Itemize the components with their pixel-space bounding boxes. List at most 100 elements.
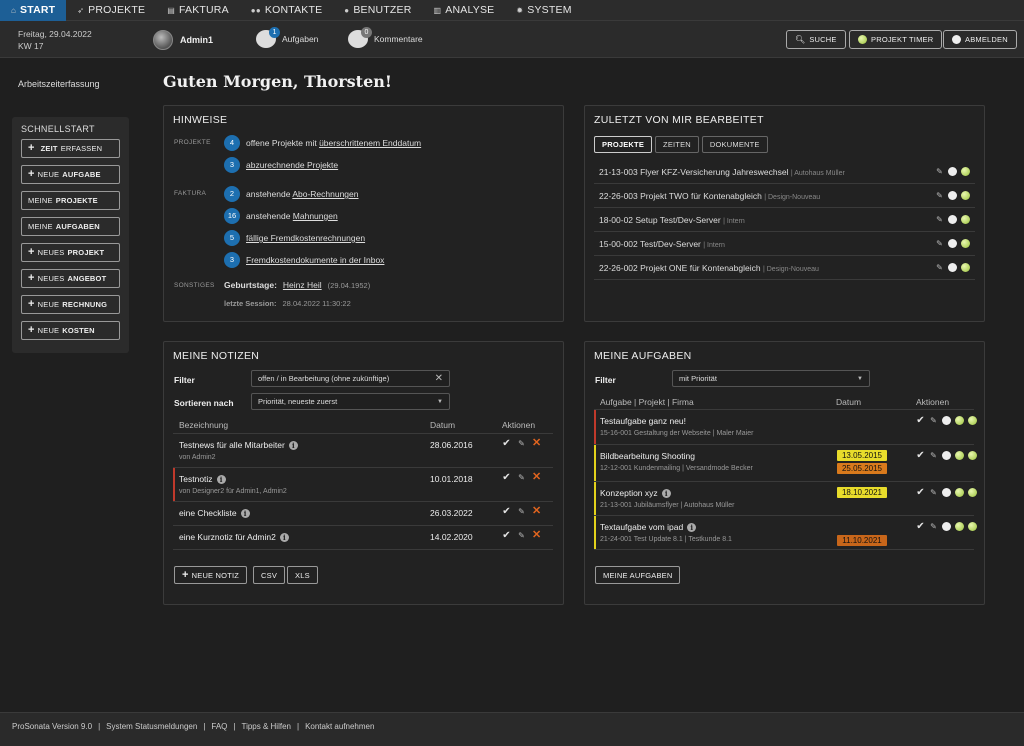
hint-link[interactable]: fällige Fremdkostenrechnungen <box>246 233 365 243</box>
edit-icon[interactable]: ✎ <box>517 507 526 516</box>
clock-icon[interactable] <box>948 167 957 176</box>
clock-icon[interactable] <box>942 416 951 425</box>
time-ball-icon[interactable] <box>961 239 970 248</box>
edit-icon[interactable]: ✎ <box>517 473 526 482</box>
clock-icon[interactable] <box>948 263 957 272</box>
table-row[interactable]: Konzeption xyz i 21-13-001 Jubiläumsflyer … <box>594 482 977 516</box>
table-row[interactable]: Testaufgabe ganz neu! 15-16-001 Gestaltun… <box>594 410 977 445</box>
list-item[interactable]: 15-00-002 Test/Dev-Server | Intern ✎ <box>594 232 975 256</box>
hint-link[interactable]: Abo-Rechnungen <box>292 189 358 199</box>
edit-icon[interactable]: ✎ <box>929 522 938 531</box>
tab-zeiten[interactable]: ZEITEN <box>655 136 699 153</box>
edit-icon[interactable]: ✎ <box>935 191 944 200</box>
time-ball-icon[interactable] <box>968 416 977 425</box>
quickstart-button[interactable]: + NEUES PROJEKT <box>21 243 120 262</box>
quickstart-button[interactable]: + NEUE KOSTEN <box>21 321 120 340</box>
footer-link[interactable]: ProSonata Version 9.0 <box>12 722 92 731</box>
info-icon[interactable]: i <box>661 488 671 498</box>
table-row[interactable]: eine Kurznotiz für Admin2 i 14.02.2020 ✔ ✎ ✕ <box>173 526 553 550</box>
nav-projekte[interactable]: ➶ PROJEKTE <box>66 0 156 21</box>
xls-button[interactable]: XLS <box>287 566 318 584</box>
clock-icon[interactable] <box>942 488 951 497</box>
list-item[interactable]: 22-26-003 Projekt TWO für Kontenabgleich… <box>594 184 975 208</box>
info-icon[interactable]: i <box>279 532 289 542</box>
check-icon[interactable]: ✔ <box>916 416 925 426</box>
project-timer-button[interactable]: PROJEKT TIMER <box>849 30 943 49</box>
hint-link[interactable]: Fremdkostendokumente in der Inbox <box>246 255 384 265</box>
user-menu[interactable]: Admin1 <box>153 30 213 50</box>
quickstart-button[interactable]: + NEUE AUFGABE <box>21 165 120 184</box>
nav-kontakte[interactable]: ●● KONTAKTE <box>240 0 334 21</box>
delete-icon[interactable]: ✕ <box>532 472 541 483</box>
time-ball-icon[interactable] <box>961 263 970 272</box>
tasks-widget[interactable]: 1 Aufgaben <box>256 27 318 48</box>
nav-benutzer[interactable]: ● BENUTZER <box>333 0 422 21</box>
table-row[interactable]: eine Checkliste i 26.03.2022 ✔ ✎ ✕ <box>173 502 553 526</box>
check-icon[interactable]: ✔ <box>916 451 925 461</box>
table-row[interactable]: Testnews für alle Mitarbeiter i von Admin2… <box>173 434 553 468</box>
table-row[interactable]: Bildbearbeitung Shooting 12-12-001 Kunden… <box>594 445 977 482</box>
clock-icon[interactable] <box>948 215 957 224</box>
info-icon[interactable]: i <box>288 440 298 450</box>
time-ball-icon[interactable] <box>968 488 977 497</box>
tab-dokumente[interactable]: DOKUMENTE <box>701 136 768 153</box>
birthday-name-link[interactable]: Heinz Heil <box>283 280 322 290</box>
edit-icon[interactable]: ✎ <box>935 239 944 248</box>
clock-icon[interactable] <box>942 451 951 460</box>
check-icon[interactable]: ✔ <box>916 488 925 498</box>
list-item[interactable]: 22-26-002 Projekt ONE für Kontenabgleich… <box>594 256 975 280</box>
time-ball-icon[interactable] <box>955 488 964 497</box>
clock-icon[interactable] <box>948 239 957 248</box>
delete-icon[interactable]: ✕ <box>532 530 541 541</box>
time-ball-icon[interactable] <box>961 167 970 176</box>
footer-link[interactable]: FAQ <box>211 722 227 731</box>
quickstart-button[interactable]: + NEUES ANGEBOT <box>21 269 120 288</box>
sidebar-link-arbeitszeiterfassung[interactable]: Arbeitszeiterfassung <box>18 79 100 89</box>
my-tasks-button[interactable]: MEINE AUFGABEN <box>595 566 681 584</box>
nav-faktura[interactable]: ▤ FAKTURA <box>156 0 240 21</box>
delete-icon[interactable]: ✕ <box>532 506 541 517</box>
time-ball-icon[interactable] <box>955 451 964 460</box>
time-ball-icon[interactable] <box>968 451 977 460</box>
nav-analyse[interactable]: ▥ ANALYSE <box>423 0 506 21</box>
footer-link[interactable]: Kontakt aufnehmen <box>305 722 374 731</box>
check-icon[interactable]: ✔ <box>502 531 511 541</box>
check-icon[interactable]: ✔ <box>502 439 511 449</box>
info-icon[interactable]: i <box>240 508 250 518</box>
tasks-filter-select[interactable]: mit Priorität ▼ <box>672 370 870 387</box>
clock-icon[interactable] <box>948 191 957 200</box>
clear-filter-icon[interactable]: ✕ <box>435 373 443 384</box>
nav-system[interactable]: ✹ SYSTEM <box>505 0 582 21</box>
time-ball-icon[interactable] <box>955 522 964 531</box>
notes-filter-select[interactable]: offen / in Bearbeitung (ohne zukünftige)… <box>251 370 450 387</box>
info-icon[interactable]: i <box>216 474 226 484</box>
time-ball-icon[interactable] <box>968 522 977 531</box>
clock-icon[interactable] <box>942 522 951 531</box>
hint-link[interactable]: überschrittenem Enddatum <box>319 138 421 148</box>
table-row[interactable]: Textaufgabe vom ipad i 21-24-001 Test Upda… <box>594 516 977 550</box>
quickstart-button[interactable]: MEINE AUFGABEN <box>21 217 120 236</box>
edit-icon[interactable]: ✎ <box>935 215 944 224</box>
list-item[interactable]: 21-13-003 Flyer KFZ-Versicherung Jahresw… <box>594 160 975 184</box>
notes-sort-select[interactable]: Priorität, neueste zuerst ▼ <box>251 393 450 410</box>
edit-icon[interactable]: ✎ <box>935 167 944 176</box>
edit-icon[interactable]: ✎ <box>935 263 944 272</box>
hint-link[interactable]: Mahnungen <box>293 211 338 221</box>
quickstart-button[interactable]: + ZEIT ERFASSEN <box>21 139 120 158</box>
list-item[interactable]: 18-00-02 Setup Test/Dev-Server | Intern ✎ <box>594 208 975 232</box>
comments-widget[interactable]: 0 Kommentare <box>348 27 423 48</box>
quickstart-button[interactable]: + NEUE RECHNUNG <box>21 295 120 314</box>
check-icon[interactable]: ✔ <box>502 473 511 483</box>
quickstart-button[interactable]: MEINE PROJEKTE <box>21 191 120 210</box>
new-note-button[interactable]: + NEUE NOTIZ <box>174 566 248 584</box>
edit-icon[interactable]: ✎ <box>929 451 938 460</box>
footer-link[interactable]: System Statusmeldungen <box>106 722 197 731</box>
check-icon[interactable]: ✔ <box>502 507 511 517</box>
time-ball-icon[interactable] <box>955 416 964 425</box>
check-icon[interactable]: ✔ <box>916 522 925 532</box>
footer-link[interactable]: Tipps & Hilfen <box>241 722 291 731</box>
table-row[interactable]: Testnotiz i von Designer2 für Admin1, Admi… <box>173 468 553 502</box>
tab-projekte[interactable]: PROJEKTE <box>594 136 653 153</box>
edit-icon[interactable]: ✎ <box>929 416 938 425</box>
edit-icon[interactable]: ✎ <box>929 488 938 497</box>
